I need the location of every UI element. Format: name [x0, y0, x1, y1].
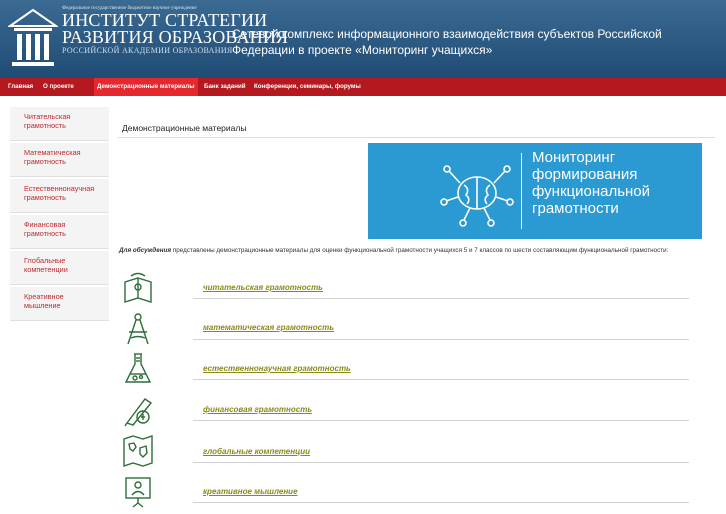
banner-text: Мониторинг формирования функциональной г… — [532, 149, 650, 217]
row-divider — [193, 379, 689, 380]
sidebar-item-finance[interactable]: Финансовая грамотность — [10, 215, 109, 249]
link-science-literacy[interactable]: естественнонаучная грамотность — [203, 364, 351, 373]
sidebar-item-science[interactable]: Естественнонаучная грамотность — [10, 179, 109, 213]
sidebar-item-reading[interactable]: Читательская грамотность — [10, 107, 109, 141]
monitoring-banner: Мониторинг формирования функциональной г… — [368, 143, 702, 239]
intro-lead: Для обсуждения — [119, 247, 172, 254]
brain-network-icon — [440, 165, 514, 227]
sidebar-item-label: Глобальные компетенции — [24, 256, 68, 274]
row-divider — [193, 298, 689, 299]
link-financial-literacy[interactable]: финансовая грамотность — [203, 405, 312, 414]
row-divider — [193, 339, 689, 340]
link-math-literacy[interactable]: математическая грамотность — [203, 323, 334, 332]
nav-task-bank[interactable]: Банк заданий — [204, 78, 246, 96]
banner-line-3: функциональной — [532, 183, 651, 200]
sidebar-item-label: Читательская грамотность — [24, 112, 71, 130]
sidebar-item-label: Естественнонаучная грамотность — [24, 184, 95, 202]
sidebar-item-label: Математическая грамотность — [24, 148, 81, 166]
page-title: Демонстрационные материалы — [122, 123, 247, 133]
institute-logo-icon[interactable] — [6, 8, 60, 70]
globe-map-icon — [121, 434, 155, 468]
sidebar-item-creative[interactable]: Креативное мышление — [10, 287, 109, 321]
link-reading-literacy[interactable]: читательская грамотность — [203, 283, 323, 292]
book-icon — [121, 272, 155, 306]
sidebar-item-label: Креативное мышление — [24, 292, 64, 310]
sidebar-item-math[interactable]: Математическая грамотность — [10, 143, 109, 177]
nav-about[interactable]: О проекте — [43, 78, 74, 96]
site-title: Сетевой комплекс информационного взаимод… — [232, 27, 662, 57]
banner-line-1: Мониторинг — [532, 149, 616, 166]
row-divider — [193, 462, 689, 463]
site-header: Федеральное государственное бюджетное на… — [0, 0, 726, 78]
banner-line-4: грамотности — [532, 200, 619, 217]
intro-text: Для обсуждения представлены демонстрацио… — [119, 247, 719, 254]
title-divider — [118, 137, 715, 138]
link-global-competence[interactable]: глобальные компетенции — [203, 447, 310, 456]
sidebar-item-label: Финансовая грамотность — [24, 220, 66, 238]
nav-home[interactable]: Главная — [8, 78, 33, 96]
link-creative-thinking[interactable]: креативное мышление — [203, 487, 298, 496]
compass-icon — [121, 312, 155, 346]
intro-rest: представлены демонстрационные материалы … — [171, 247, 669, 254]
sidebar-item-global[interactable]: Глобальные компетенции — [10, 251, 109, 285]
row-divider — [193, 420, 689, 421]
flask-icon — [121, 352, 155, 386]
presentation-icon — [121, 475, 155, 509]
sidebar: Читательская грамотность Математическая … — [10, 107, 109, 323]
nav-demo-materials[interactable]: Демонстрационные материалы — [94, 78, 198, 96]
banner-line-2: формирования — [532, 166, 638, 183]
banner-divider — [521, 153, 522, 229]
nav-conferences[interactable]: Конференции, семинары, форумы — [254, 78, 361, 96]
main-nav: Главная О проекте Демонстрационные матер… — [0, 78, 726, 96]
row-divider — [193, 502, 689, 503]
pen-coin-icon — [121, 393, 155, 427]
